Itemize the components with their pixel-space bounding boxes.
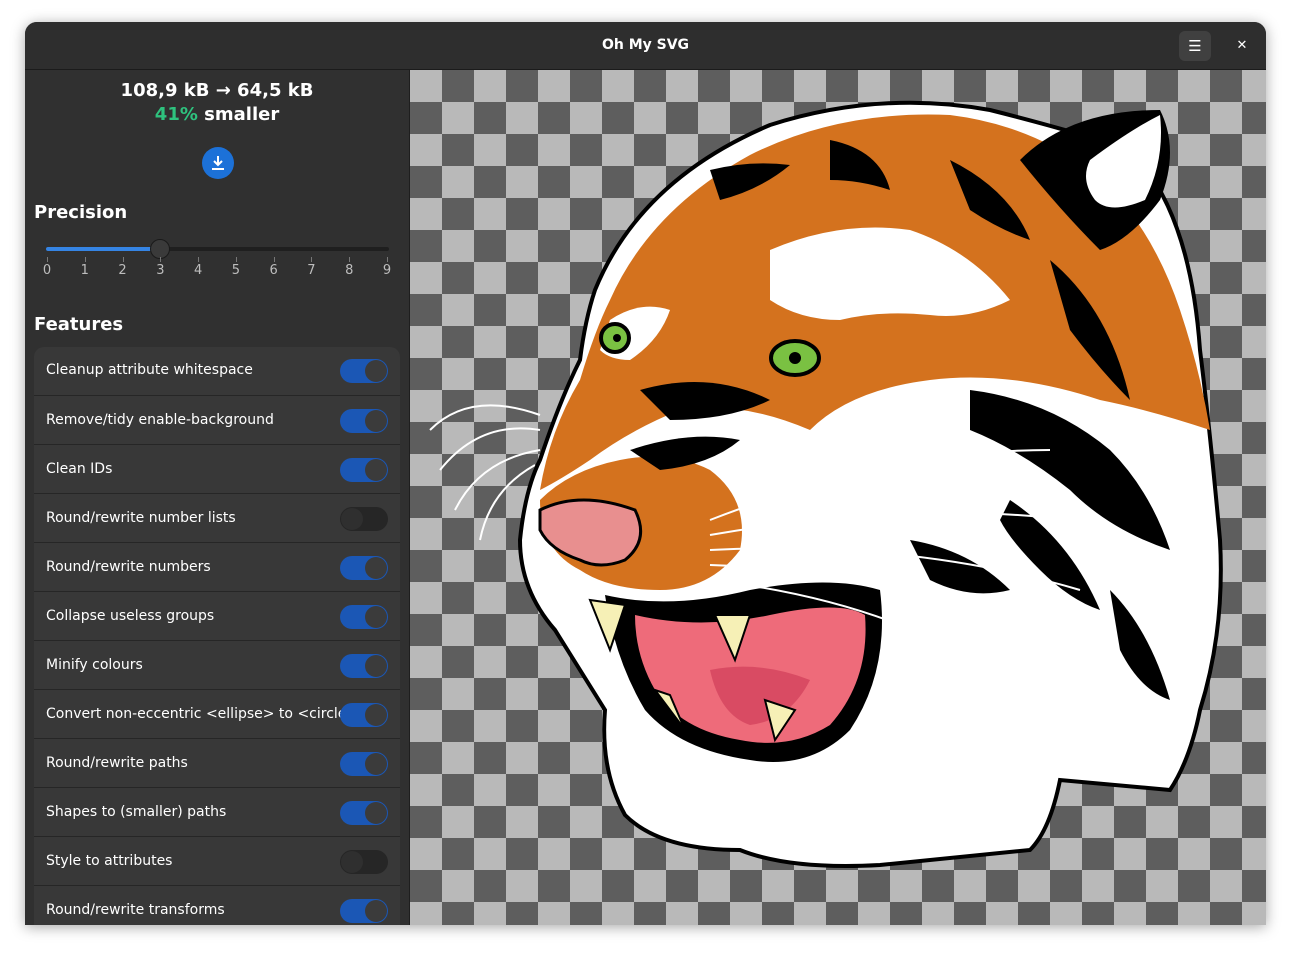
feature-row[interactable]: Cleanup attribute whitespace	[34, 347, 400, 395]
feature-row[interactable]: Remove/tidy enable-background	[34, 395, 400, 445]
feature-toggle[interactable]	[340, 654, 388, 678]
feature-toggle[interactable]	[340, 703, 388, 727]
save-button[interactable]	[202, 147, 234, 179]
tiger-image	[429, 100, 1223, 868]
feature-toggle[interactable]	[340, 359, 388, 383]
svg-preview	[410, 70, 1266, 925]
feature-toggle[interactable]	[340, 556, 388, 580]
feature-row[interactable]: Shapes to (smaller) paths	[34, 787, 400, 837]
toggle-knob	[365, 410, 387, 432]
feature-toggle[interactable]	[340, 899, 388, 923]
toggle-knob	[365, 802, 387, 824]
feature-label: Convert non-eccentric <ellipse> to <circ…	[46, 706, 359, 722]
slider-tick-label: 8	[345, 263, 354, 278]
slider-tick-label: 0	[42, 263, 52, 278]
slider-tick	[349, 257, 351, 262]
feature-row[interactable]: Clean IDs	[34, 444, 400, 494]
feature-row[interactable]: Minify colours	[34, 640, 400, 690]
sidebar: 108,9 kB → 64,5 kB 41% smaller Precision…	[25, 70, 410, 925]
toggle-knob	[365, 900, 387, 922]
slider-tick-label: 2	[118, 263, 127, 278]
download-icon	[212, 156, 224, 170]
hamburger-menu-icon: ☰	[1188, 37, 1202, 55]
header-bar: Oh My SVG ☰ ✕	[25, 22, 1266, 70]
feature-label: Round/rewrite transforms	[46, 902, 225, 918]
feature-toggle[interactable]	[340, 850, 388, 874]
toggle-knob	[365, 606, 387, 628]
slider-tick	[311, 257, 313, 262]
feature-toggle[interactable]	[340, 801, 388, 825]
precision-slider-fill	[46, 247, 161, 251]
window-title: Oh My SVG	[601, 37, 690, 53]
feature-toggle[interactable]	[340, 605, 388, 629]
feature-label: Round/rewrite number lists	[46, 510, 236, 526]
feature-row[interactable]: Round/rewrite paths	[34, 738, 400, 788]
feature-row[interactable]: Style to attributes	[34, 836, 400, 886]
feature-label: Shapes to (smaller) paths	[46, 804, 227, 820]
feature-row[interactable]: Collapse useless groups	[34, 591, 400, 641]
feature-toggle[interactable]	[340, 409, 388, 433]
feature-label: Remove/tidy enable-background	[46, 412, 274, 428]
feature-label: Style to attributes	[46, 853, 173, 869]
features-list: Cleanup attribute whitespace Remove/tidy …	[34, 347, 400, 925]
slider-tick	[198, 257, 200, 262]
feature-label: Collapse useless groups	[46, 608, 215, 624]
precision-slider-handle[interactable]	[150, 239, 171, 259]
toggle-knob	[365, 753, 387, 775]
toggle-knob	[341, 851, 363, 873]
slider-tick	[47, 257, 48, 262]
features-heading: Features	[34, 314, 124, 335]
toggle-knob	[365, 360, 387, 382]
slider-tick	[160, 257, 162, 262]
slider-tick-label: 5	[231, 263, 241, 278]
toggle-knob	[365, 459, 387, 481]
close-button[interactable]: ✕	[1226, 31, 1258, 61]
feature-label: Round/rewrite numbers	[46, 559, 211, 575]
toggle-knob	[365, 655, 387, 677]
feature-label: Minify colours	[46, 657, 143, 673]
slider-tick-label: 3	[156, 263, 165, 278]
reduction-percent: 41%	[154, 104, 198, 125]
main-menu-button[interactable]: ☰	[1179, 31, 1211, 61]
toggle-knob	[365, 557, 387, 579]
reduction-summary: 41% smaller	[25, 104, 409, 125]
close-icon: ✕	[1236, 38, 1248, 53]
feature-row[interactable]: Round/rewrite numbers	[34, 542, 400, 592]
slider-tick-label: 6	[269, 263, 278, 278]
feature-row[interactable]: Convert non-eccentric <ellipse> to <circ…	[34, 689, 400, 739]
reduction-suffix: smaller	[197, 104, 280, 125]
feature-label: Clean IDs	[46, 461, 113, 477]
slider-tick	[84, 257, 86, 262]
toggle-knob	[365, 704, 387, 726]
slider-tick-label: 9	[382, 263, 392, 278]
slider-tick-label: 4	[193, 263, 203, 278]
slider-tick-label: 7	[307, 263, 316, 278]
precision-slider[interactable]	[46, 239, 389, 259]
slider-tick	[122, 257, 124, 262]
feature-row[interactable]: Round/rewrite number lists	[34, 493, 400, 543]
slider-tick	[387, 257, 388, 262]
feature-label: Round/rewrite paths	[46, 755, 188, 771]
file-size-comparison: 108,9 kB → 64,5 kB	[120, 80, 314, 101]
feature-toggle[interactable]	[340, 507, 388, 531]
precision-heading: Precision	[34, 202, 128, 223]
feature-toggle[interactable]	[340, 752, 388, 776]
feature-label: Cleanup attribute whitespace	[46, 362, 253, 378]
feature-row[interactable]: Round/rewrite transforms	[34, 885, 400, 925]
slider-tick	[235, 257, 237, 262]
toggle-knob	[341, 508, 363, 530]
slider-tick-label: 1	[80, 263, 89, 278]
feature-toggle[interactable]	[340, 458, 388, 482]
app-window: Oh My SVG ☰ ✕ 108,9 kB → 64,5 kB 41% sma…	[25, 22, 1266, 925]
slider-tick	[273, 257, 275, 262]
